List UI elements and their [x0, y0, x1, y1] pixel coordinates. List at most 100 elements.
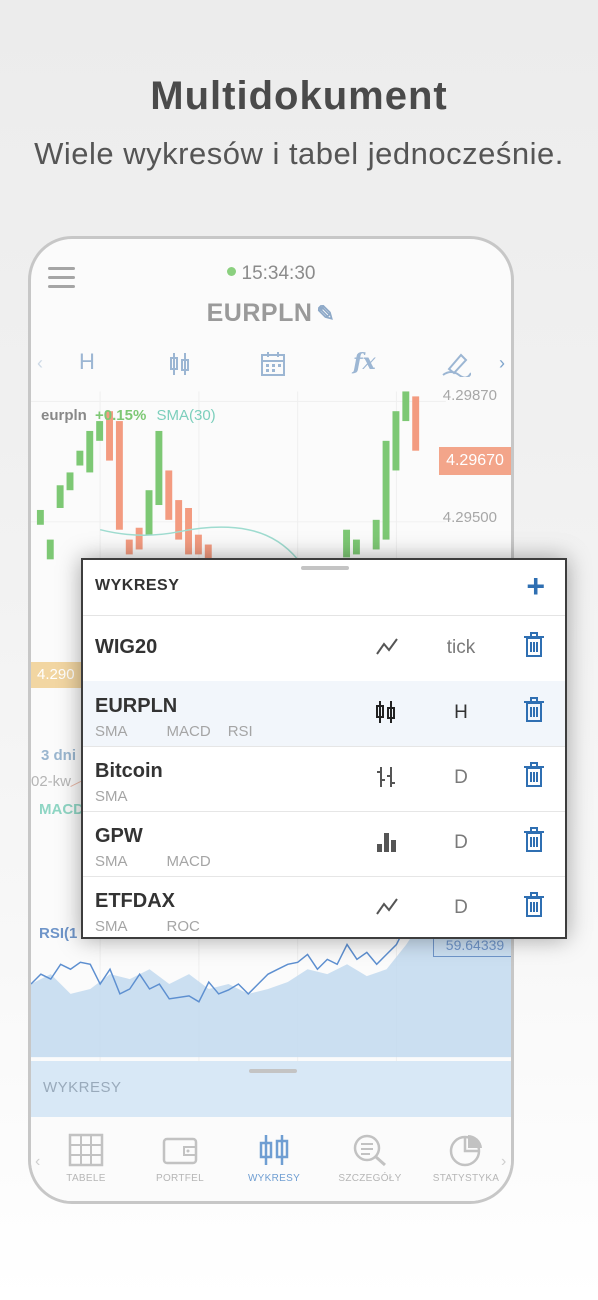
bottom-panel[interactable]: WYKRESY: [31, 1061, 511, 1117]
chart-interval[interactable]: H: [435, 702, 487, 724]
nav-label: PORTFEL: [155, 1173, 205, 1184]
price-axis-label: 4.29870: [442, 387, 497, 404]
nav-label: SZCZEGÓŁY: [338, 1173, 402, 1184]
chart-row[interactable]: GPW SMA MACD D: [83, 811, 565, 877]
candle: [76, 450, 84, 466]
popup-header: WYKRESY +: [83, 560, 565, 616]
chart-name: Bitcoin: [95, 760, 163, 782]
trash-icon[interactable]: [523, 697, 545, 723]
candle: [185, 507, 192, 555]
macd-label: MACD: [39, 801, 84, 818]
chevron-right-icon[interactable]: ›: [501, 1153, 506, 1171]
nav-tab-szczegoly[interactable]: SZCZEGÓŁY: [325, 1133, 415, 1184]
chart-row[interactable]: Bitcoin SMA D: [83, 746, 565, 812]
add-chart-button[interactable]: +: [526, 568, 545, 605]
candle: [46, 539, 54, 560]
drag-handle[interactable]: [249, 1069, 297, 1073]
trash-icon[interactable]: [523, 632, 545, 658]
pencil-icon[interactable]: ✎: [316, 301, 335, 326]
hero-title: Multidokument: [150, 74, 448, 118]
line-chart-icon[interactable]: [375, 634, 405, 660]
chart-row[interactable]: WIG20 tick: [83, 616, 565, 682]
chart-name: WIG20: [95, 636, 158, 658]
chart-legend: eurpln +0.15% SMA(30): [41, 407, 216, 424]
candle: [115, 421, 123, 530]
candle: [135, 527, 143, 550]
bottom-navigation: ‹ TABELE PORTFEL WYKRESY SZCZEGÓŁY STATY…: [31, 1119, 511, 1201]
chart-name: GPW: [95, 825, 143, 847]
candle: [96, 421, 104, 441]
chart-interval[interactable]: tick: [435, 637, 487, 659]
indicator-label: SMA: [95, 788, 128, 805]
symbol-title[interactable]: EURPLN ✎: [31, 299, 511, 328]
sma-label: SMA(30): [156, 407, 216, 424]
candle: [343, 529, 351, 558]
ohlc-icon[interactable]: [375, 764, 405, 790]
chart-indicators: SMA: [95, 788, 145, 805]
trash-icon[interactable]: [523, 827, 545, 853]
nav-label: STATYSTYKA: [432, 1173, 500, 1184]
price-marker-tag: 4.290: [31, 662, 87, 688]
chart-row[interactable]: ETFDAX SMA ROC D: [83, 876, 565, 941]
nav-label: TABELE: [66, 1173, 106, 1184]
candle: [392, 411, 400, 471]
table-icon: [41, 1133, 131, 1169]
bar-chart-icon[interactable]: [375, 829, 405, 855]
indicator-label: ROC: [166, 918, 200, 935]
candle: [412, 396, 420, 451]
charts-popup: WYKRESY + WIG20 tick EURPLN SMA MACD RSI H…: [81, 558, 567, 939]
draw-tool-icon[interactable]: [441, 349, 472, 383]
candle: [352, 539, 360, 555]
candle: [36, 509, 44, 525]
chart-row[interactable]: EURPLN SMA MACD RSI H: [83, 681, 565, 747]
interval-button[interactable]: H: [79, 349, 95, 375]
connection-indicator: [226, 267, 236, 277]
chart-toolbar: ‹ H fx ›: [31, 343, 511, 387]
price-axis-label: 4.29500: [442, 509, 497, 526]
indicator-label: MACD: [166, 853, 211, 870]
nav-tab-tabele[interactable]: TABELE: [41, 1133, 131, 1184]
candle: [372, 519, 380, 550]
indicator-label: SMA: [95, 918, 128, 935]
chevron-left-icon[interactable]: ‹: [35, 1153, 40, 1171]
candle: [155, 430, 163, 506]
candlestick-icon[interactable]: [375, 699, 405, 725]
indicator-label: MACD: [166, 723, 211, 740]
candle: [402, 391, 410, 422]
candle: [145, 490, 153, 535]
symbol-name: EURPLN: [206, 299, 313, 327]
chart-indicators: SMA ROC: [95, 918, 217, 935]
chart-name: ETFDAX: [95, 890, 175, 912]
chart-name: EURPLN: [95, 695, 178, 717]
last-price-tag: 4.29670: [439, 447, 511, 475]
candle: [165, 470, 173, 520]
wallet-icon: [135, 1133, 225, 1169]
chart-interval[interactable]: D: [435, 767, 487, 789]
trash-icon[interactable]: [523, 762, 545, 788]
clock: 15:34:30: [241, 263, 316, 284]
trash-icon[interactable]: [523, 892, 545, 918]
candle: [86, 430, 94, 473]
search-details-icon: [325, 1133, 415, 1169]
candle: [175, 500, 183, 540]
calendar-icon[interactable]: [260, 351, 286, 383]
chart-interval[interactable]: D: [435, 832, 487, 854]
candle: [382, 440, 390, 540]
chart-interval[interactable]: D: [435, 897, 487, 919]
candlestick-icon[interactable]: [169, 351, 191, 383]
chart-indicators: SMA MACD: [95, 853, 228, 870]
candle: [125, 539, 133, 555]
nav-tab-portfel[interactable]: PORTFEL: [135, 1133, 225, 1184]
chevron-right-icon[interactable]: ›: [499, 353, 505, 374]
nav-tab-wykresy[interactable]: WYKRESY: [229, 1133, 319, 1184]
function-icon[interactable]: fx: [353, 349, 376, 375]
status-bar: 15:34:30: [31, 263, 511, 285]
date-label: 02-kw: [31, 773, 72, 790]
line-chart-icon[interactable]: [375, 894, 405, 920]
chevron-left-icon[interactable]: ‹: [37, 353, 43, 374]
popup-title: WYKRESY: [95, 577, 180, 594]
nav-tab-statystyka[interactable]: STATYSTYKA: [421, 1133, 511, 1184]
indicator-label: RSI: [227, 723, 253, 740]
indicator-label: SMA: [95, 853, 128, 870]
indicator-label: SMA: [95, 723, 128, 740]
